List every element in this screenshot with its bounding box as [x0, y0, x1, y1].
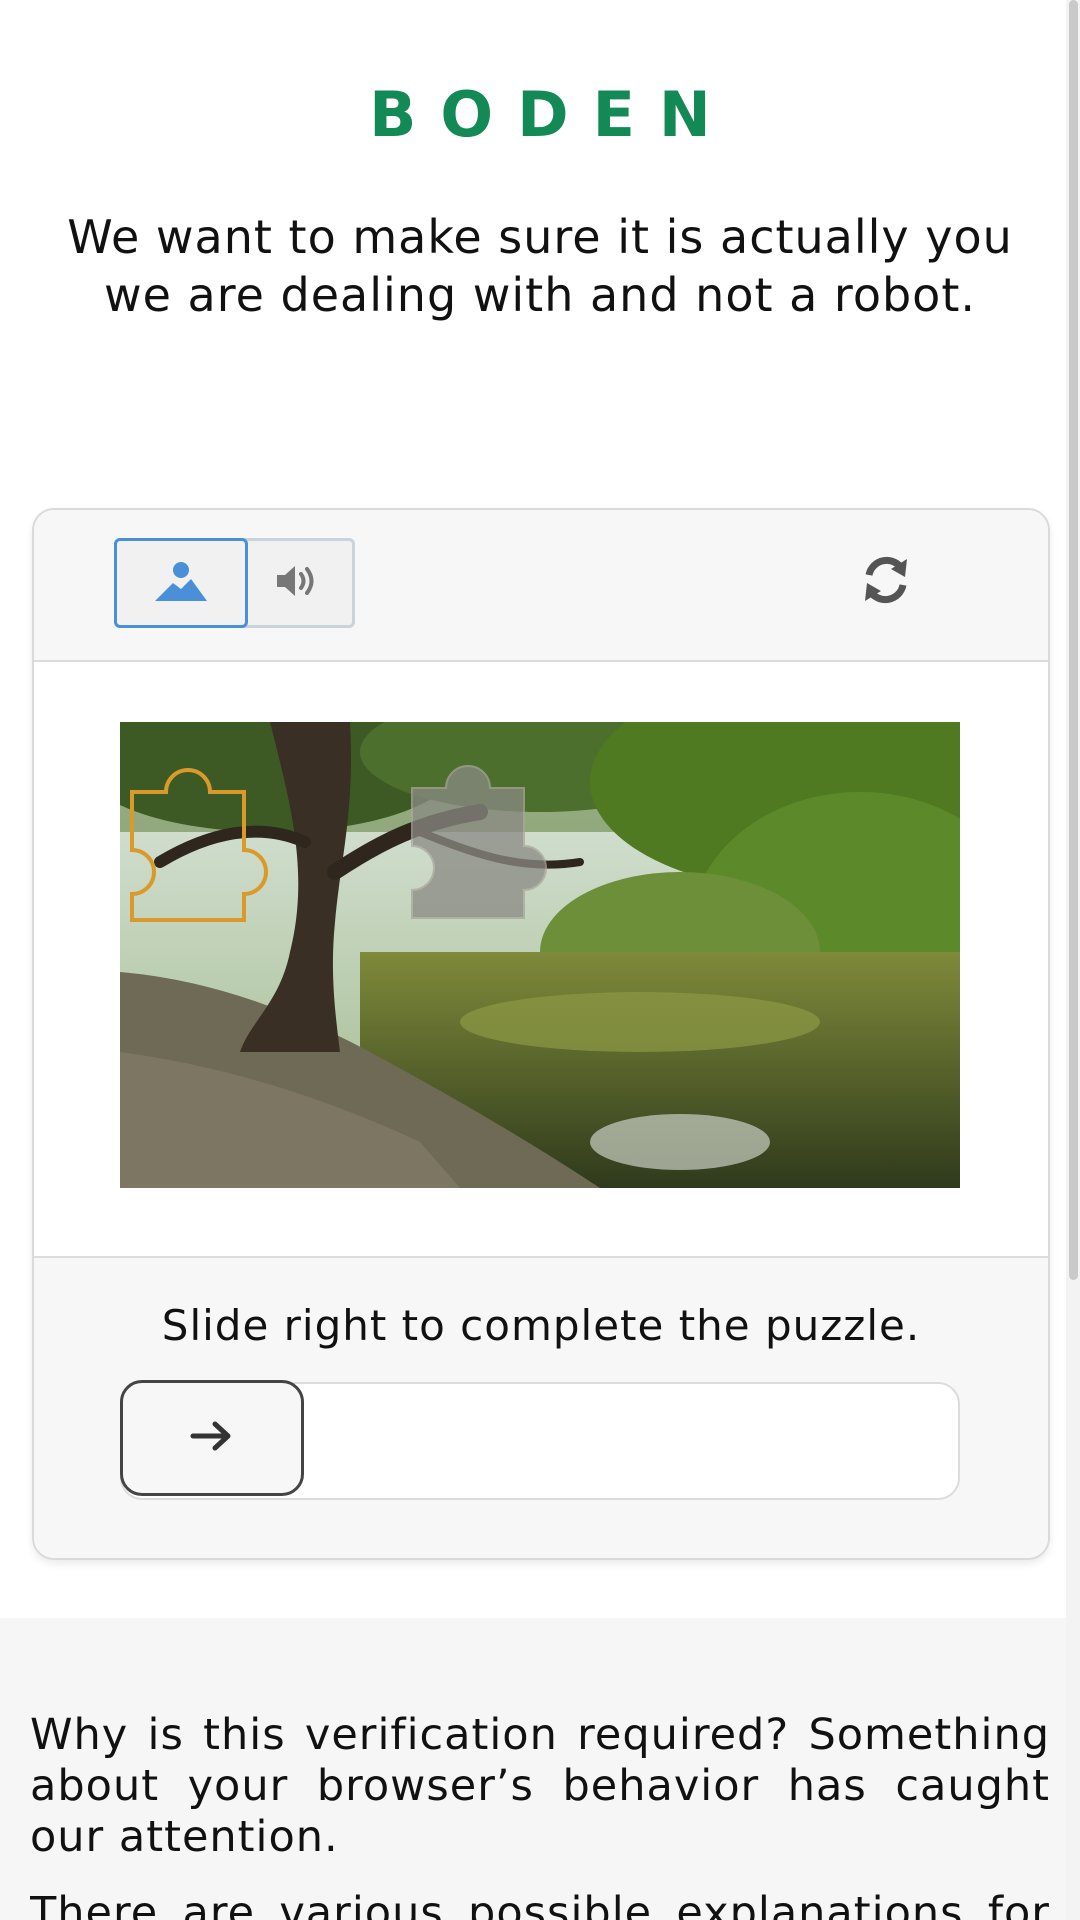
captcha-card: Slide right to complete the puzzle. — [32, 508, 1050, 1560]
image-challenge-tab[interactable] — [114, 538, 248, 628]
page: BODEN We want to make sure it is actuall… — [0, 0, 1080, 1920]
slider-area: Slide right to complete the puzzle. — [34, 1258, 1048, 1558]
intro-text: We want to make sure it is actually you … — [67, 210, 1013, 322]
slider-handle[interactable] — [120, 1380, 304, 1496]
captcha-mode-tabs — [114, 538, 358, 628]
brand-logo: BODEN — [369, 78, 735, 151]
scrollbar-thumb[interactable] — [1069, 0, 1078, 1280]
image-icon — [151, 557, 211, 609]
slider-instruction: Slide right to complete the puzzle. — [161, 1301, 921, 1350]
captcha-toolbar — [34, 510, 1048, 662]
refresh-button[interactable] — [856, 552, 916, 612]
footer: Why is this verification required? Somet… — [0, 1618, 1066, 1920]
refresh-icon — [857, 551, 915, 613]
verification-more-text: There are various possible explanations … — [30, 1888, 1050, 1920]
scrollbar[interactable] — [1066, 0, 1080, 1920]
puzzle-image — [120, 722, 960, 1188]
speaker-icon — [273, 561, 321, 605]
verification-reason-text: Why is this verification required? Somet… — [30, 1710, 1050, 1862]
puzzle-area — [34, 662, 1048, 1258]
arrow-right-icon — [189, 1416, 235, 1460]
audio-challenge-tab[interactable] — [242, 538, 355, 628]
